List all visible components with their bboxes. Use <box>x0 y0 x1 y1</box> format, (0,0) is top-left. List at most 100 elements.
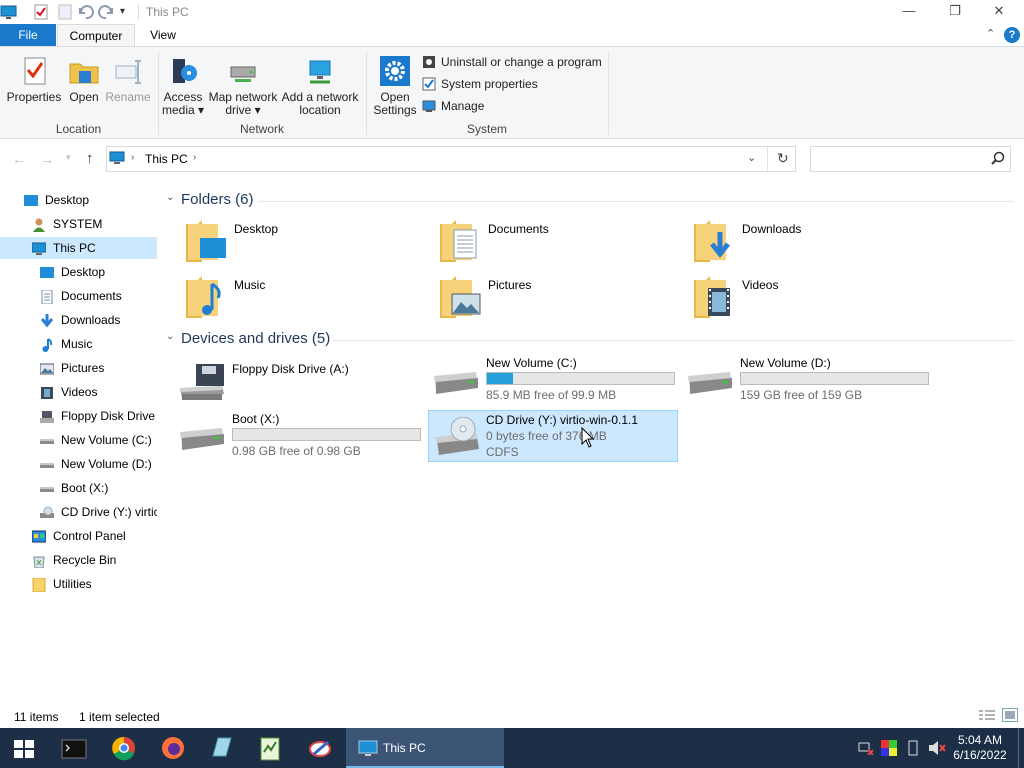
nav-item-boot[interactable]: Boot (X:) <box>0 477 157 499</box>
floppy-drive-icon <box>40 409 54 423</box>
tab-view[interactable]: View <box>138 24 188 46</box>
drives-header[interactable]: Devices and drives (5) <box>181 329 330 349</box>
maximize-button[interactable]: ❐ <box>932 0 978 24</box>
nav-item-videos[interactable]: Videos <box>0 381 157 403</box>
nav-label: SYSTEM <box>53 217 103 231</box>
breadcrumb-chevron-icon[interactable]: › <box>193 152 196 163</box>
drive-usage-fill <box>487 373 513 384</box>
nav-item-desktop-root[interactable]: Desktop <box>0 189 157 211</box>
open-button[interactable]: Open <box>64 55 104 104</box>
redo-icon[interactable] <box>98 3 116 21</box>
uninstall-program-button[interactable]: Uninstall or change a program <box>422 53 602 71</box>
minimize-button[interactable]: — <box>886 0 932 24</box>
drive-tile-new-volume-c[interactable]: New Volume (C:) 85.9 MB free of 99.9 MB <box>430 354 680 406</box>
rename-button[interactable]: Rename <box>104 55 152 104</box>
recycle-bin-icon <box>32 553 46 569</box>
open-settings-button[interactable]: Open Settings <box>370 55 420 117</box>
nav-item-pictures[interactable]: Pictures <box>0 357 157 379</box>
folder-tile-documents[interactable]: Documents <box>434 218 684 270</box>
nav-item-new-volume-d[interactable]: New Volume (D:) <box>0 453 157 475</box>
large-icons-view-icon[interactable] <box>1002 708 1018 722</box>
nav-item-desktop[interactable]: Desktop <box>0 261 157 283</box>
clock-time: 5:04 AM <box>957 733 1003 747</box>
new-folder-quick-icon[interactable] <box>56 3 74 21</box>
computer-icon[interactable] <box>0 3 18 21</box>
clock[interactable]: 5:04 AM 6/16/2022 <box>950 733 1010 763</box>
hard-drive-icon <box>40 457 54 471</box>
pictures-folder-icon <box>438 274 482 320</box>
collapse-chevron-icon[interactable]: ⌄ <box>166 331 174 342</box>
chrome-taskbar-icon[interactable] <box>108 732 140 764</box>
help-icon[interactable]: ? <box>1004 27 1020 43</box>
recent-chevron-icon[interactable]: ▾ <box>66 152 71 163</box>
up-arrow-icon[interactable]: ↑ <box>86 150 94 167</box>
nav-item-music[interactable]: Music <box>0 333 157 355</box>
system-properties-button[interactable]: System properties <box>422 75 538 93</box>
display-tray-icon[interactable] <box>881 740 897 756</box>
folder-tile-videos[interactable]: Videos <box>688 274 938 326</box>
properties-button[interactable]: Properties <box>4 55 64 104</box>
documents-icon <box>40 289 54 305</box>
access-media-button[interactable]: Access media ▾ <box>160 55 206 117</box>
minimize-ribbon-icon[interactable]: ⌃ <box>986 27 1002 43</box>
drive-usage-bar <box>486 372 675 385</box>
nav-item-system[interactable]: SYSTEM <box>0 213 157 235</box>
ribbon-separator <box>158 51 159 135</box>
address-dropdown-icon[interactable]: ⌄ <box>747 151 756 164</box>
drive-tile-new-volume-d[interactable]: New Volume (D:) 159 GB free of 159 GB <box>684 354 934 406</box>
forward-arrow-icon[interactable]: → <box>40 151 54 167</box>
nav-item-control-panel[interactable]: Control Panel <box>0 525 157 547</box>
taskbar-item-this-pc[interactable]: This PC <box>346 728 504 768</box>
properties-quick-icon[interactable] <box>32 3 50 21</box>
show-desktop-button[interactable] <box>1018 728 1019 768</box>
refresh-icon[interactable]: ↻ <box>777 150 789 167</box>
manage-button[interactable]: Manage <box>422 97 484 115</box>
details-view-icon[interactable] <box>979 709 995 721</box>
breadcrumb[interactable]: This PC <box>145 152 188 166</box>
nav-item-floppy[interactable]: Floppy Disk Drive <box>0 405 157 427</box>
undo-icon[interactable] <box>76 3 94 21</box>
system-properties-label: System properties <box>441 77 538 91</box>
nav-item-cd-drive[interactable]: CD Drive (Y:) virtic <box>0 501 157 523</box>
map-network-drive-button[interactable]: Map network drive ▾ <box>206 55 280 117</box>
back-arrow-icon[interactable]: ← <box>12 151 26 167</box>
nav-item-documents[interactable]: Documents <box>0 285 157 307</box>
address-field[interactable]: › This PC › ⌄ ↻ <box>106 146 796 172</box>
tab-file[interactable]: File <box>0 24 56 46</box>
hard-drive-icon <box>40 433 54 447</box>
add-network-location-button[interactable]: Add a network location <box>280 55 360 117</box>
network-tray-icon[interactable] <box>858 741 874 756</box>
search-input[interactable] <box>810 146 1011 172</box>
nav-item-recycle-bin[interactable]: Recycle Bin <box>0 549 157 571</box>
folder-tile-desktop[interactable]: Desktop <box>180 218 430 270</box>
folder-tile-downloads[interactable]: Downloads <box>688 218 938 270</box>
close-button[interactable]: ✕ <box>976 0 1022 24</box>
drive-tile-floppy[interactable]: Floppy Disk Drive (A:) <box>176 360 426 412</box>
breadcrumb-chevron-icon[interactable]: › <box>131 152 134 163</box>
customize-toolbar-chevron-icon[interactable]: ▾ <box>120 3 138 21</box>
volume-muted-icon[interactable] <box>928 740 946 756</box>
nav-label: Control Panel <box>53 529 126 543</box>
firefox-taskbar-icon[interactable] <box>157 732 189 764</box>
folders-header[interactable]: Folders (6) <box>181 190 254 210</box>
nav-label: New Volume (C:) <box>61 433 152 447</box>
usb-tray-icon[interactable] <box>906 740 920 756</box>
drive-tile-cd-selected[interactable]: CD Drive (Y:) virtio-win-0.1.1 0 bytes f… <box>428 410 678 462</box>
folder-icon <box>32 577 46 593</box>
collapse-chevron-icon[interactable]: ⌄ <box>166 192 174 203</box>
tab-computer[interactable]: Computer <box>57 24 135 46</box>
floppy-drive-icon <box>178 364 226 404</box>
nav-item-utilities[interactable]: Utilities <box>0 573 157 595</box>
terminal-taskbar-icon[interactable] <box>58 732 90 764</box>
drive-tile-boot[interactable]: Boot (X:) 0.98 GB free of 0.98 GB <box>176 410 426 462</box>
nav-item-new-volume-c[interactable]: New Volume (C:) <box>0 429 157 451</box>
start-button[interactable] <box>8 732 40 764</box>
notepad-taskbar-icon[interactable] <box>254 732 286 764</box>
nav-item-this-pc[interactable]: This PC <box>0 237 157 259</box>
nav-item-downloads[interactable]: Downloads <box>0 309 157 331</box>
folder-tile-pictures[interactable]: Pictures <box>434 274 684 326</box>
gear-icon <box>379 55 411 87</box>
app-taskbar-icon[interactable] <box>205 732 237 764</box>
paint-taskbar-icon[interactable] <box>304 732 336 764</box>
folder-tile-music[interactable]: Music <box>180 274 430 326</box>
